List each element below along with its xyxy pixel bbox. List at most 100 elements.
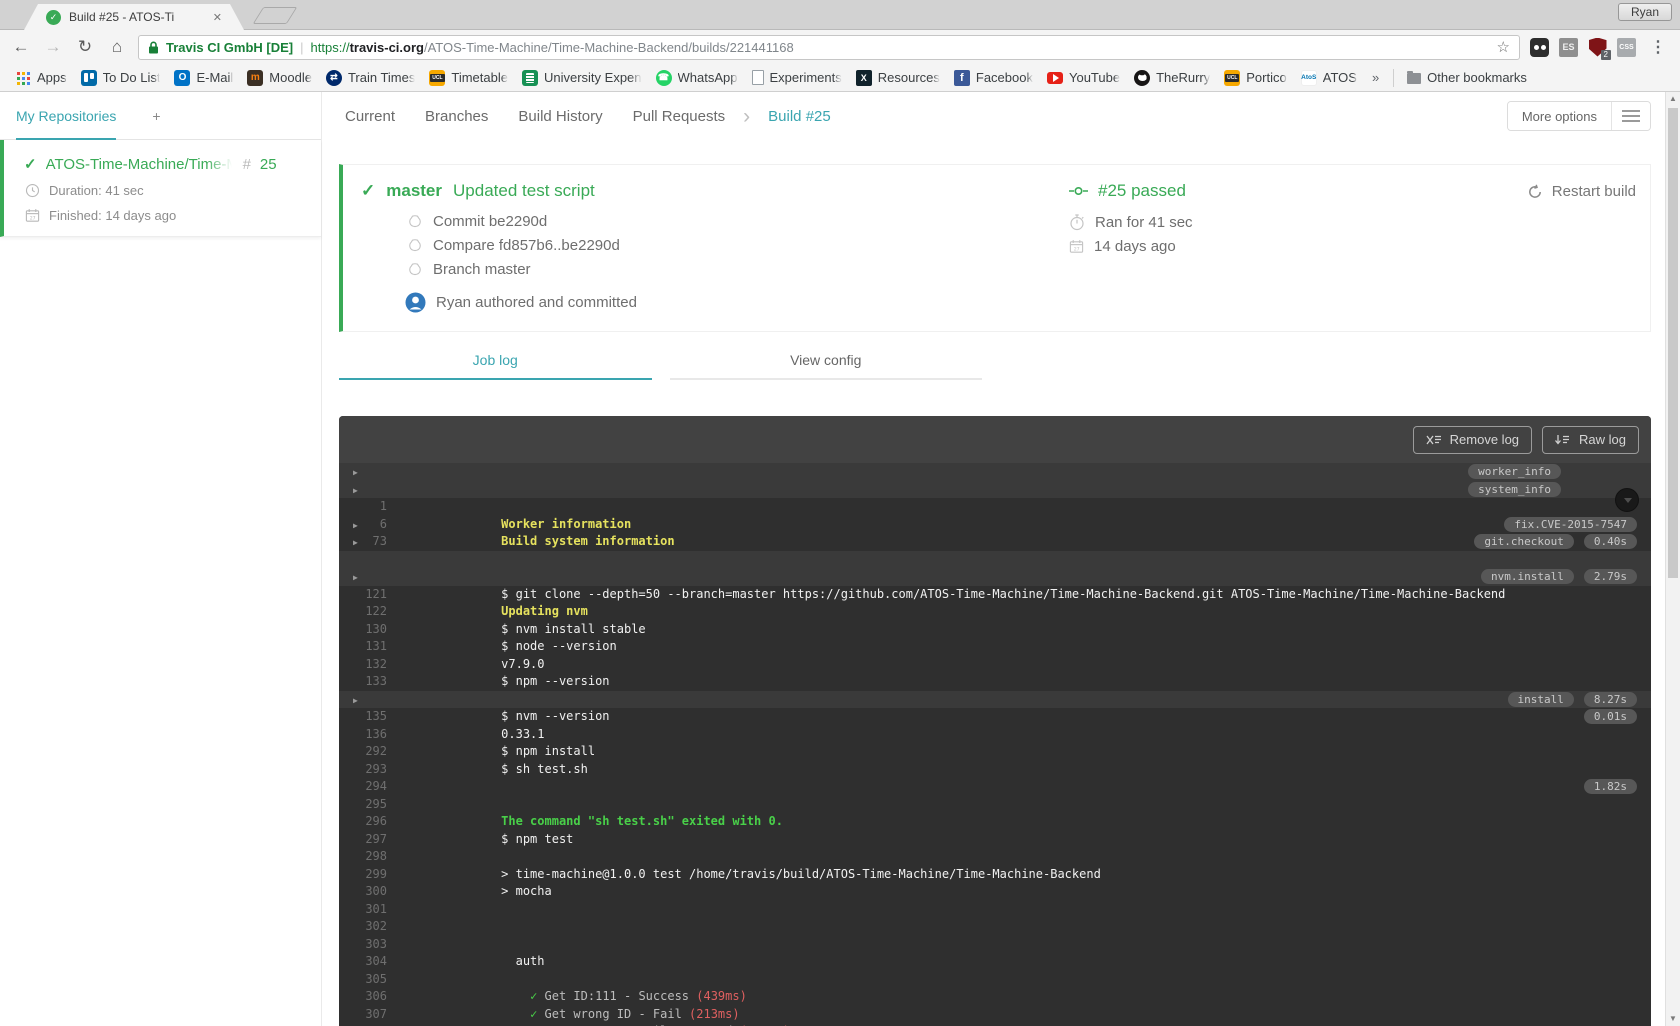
commit-details: Commit be2290d Compare fd857b6..be2290d … — [407, 213, 1630, 278]
ublock-extension-icon[interactable]: 2 — [1588, 37, 1611, 60]
clock-icon — [24, 182, 40, 198]
scrollbar-thumb[interactable] — [1668, 108, 1678, 578]
bookmarks-overflow-chevron[interactable]: » — [1364, 70, 1387, 85]
bookmark-item[interactable]: E-Mail — [167, 68, 240, 88]
page-scrollbar[interactable]: ▲ ▼ — [1665, 92, 1680, 1026]
octocat-icon — [407, 262, 423, 277]
nav-tab[interactable]: Current — [345, 108, 395, 125]
fold-toggle-icon[interactable] — [353, 533, 358, 552]
restart-build-button[interactable]: Restart build — [1527, 183, 1636, 200]
tab-close-icon[interactable]: ✕ — [213, 11, 222, 24]
ran-for-label: Ran for 41 sec — [1095, 214, 1193, 231]
other-bookmarks-button[interactable]: Other bookmarks — [1400, 68, 1534, 87]
log-duration-badge: 2.79s — [1583, 569, 1637, 584]
browser-window: ✓ Build #25 - ATOS-Ti ✕ Ryan ← → ↻ ⌂ Tra… — [0, 0, 1680, 1026]
browser-tab[interactable]: ✓ Build #25 - ATOS-Ti ✕ — [24, 4, 244, 30]
branch-name[interactable]: master — [386, 181, 442, 201]
bookmark-item[interactable]: WhatsApp — [649, 68, 745, 88]
reload-icon[interactable]: ↻ — [74, 37, 96, 57]
new-tab-button[interactable] — [252, 7, 298, 24]
log-view-tab[interactable]: Job log — [339, 352, 652, 380]
fold-toggle-icon[interactable] — [353, 481, 358, 500]
bookmark-star-icon[interactable]: ☆ — [1497, 38, 1510, 56]
build-passed-check-icon: ✓ — [24, 156, 37, 173]
bookmark-item[interactable]: Apps — [8, 68, 74, 88]
raw-log-button[interactable]: Raw log — [1542, 425, 1639, 454]
fold-toggle-icon[interactable] — [353, 516, 358, 535]
log-line: 295 The command "sh test.sh" exited with… — [339, 761, 1651, 829]
bookmark-favicon — [953, 69, 970, 86]
commit-link[interactable]: Commit be2290d — [433, 213, 547, 230]
log-line: 306 ✓ Get ID:111 - Fail password (425ms) — [339, 953, 1651, 1026]
commit-row[interactable]: Commit be2290d — [407, 213, 1630, 230]
dark-dots-extension-icon[interactable] — [1530, 37, 1549, 57]
bookmark-item[interactable]: YouTube — [1040, 68, 1127, 87]
octocat-icon — [407, 238, 423, 253]
log-line: 308 — [339, 988, 1651, 1026]
bookmark-favicon — [80, 69, 97, 86]
compare-link[interactable]: Compare fd857b6..be2290d — [433, 237, 620, 254]
log-line-badges: system_info — [1468, 481, 1561, 497]
ublock-badge: 2 — [1600, 49, 1611, 60]
repo-build-number[interactable]: 25 — [260, 156, 277, 173]
bookmark-item[interactable]: Timetable — [422, 68, 515, 88]
log-toolbar: Remove log Raw log — [339, 416, 1651, 463]
log-view-tab[interactable]: View config — [669, 352, 982, 380]
fold-toggle-icon[interactable] — [353, 463, 358, 482]
secure-lock-icon — [148, 41, 159, 54]
log-line: 131 v7.9.0 — [339, 603, 1651, 671]
hamburger-menu-icon[interactable] — [1611, 102, 1650, 130]
bookmark-item[interactable]: Resources — [849, 68, 947, 88]
scroll-up-arrow-icon[interactable]: ▲ — [1666, 92, 1680, 106]
repo-list-item[interactable]: ✓ ATOS-Time-Machine/Time-Mach # 25 Durat… — [0, 140, 321, 237]
log-line: 300 — [339, 848, 1651, 898]
css-extension-icon[interactable]: CSS — [1617, 37, 1636, 57]
nav-tab[interactable]: Build History — [518, 108, 602, 125]
remove-log-button[interactable]: Remove log — [1412, 425, 1533, 454]
tab-my-repositories[interactable]: My Repositories — [16, 92, 117, 140]
log-line-number[interactable]: 307 — [357, 1006, 387, 1024]
home-icon[interactable]: ⌂ — [106, 37, 128, 57]
bookmark-item[interactable]: Portico — [1217, 68, 1293, 88]
es-extension-icon[interactable]: ES — [1559, 37, 1578, 57]
bookmark-item[interactable]: Experiments — [745, 68, 849, 87]
build-state-column: #25 passed Ran for 41 sec 27 14 days ago — [1069, 181, 1193, 255]
log-line: 135 0.33.1 — [339, 673, 1651, 741]
compare-row[interactable]: Compare fd857b6..be2290d — [407, 237, 1630, 254]
log-line: 296 $ npm test 1.82s — [339, 778, 1651, 846]
back-icon[interactable]: ← — [10, 37, 32, 57]
log-line: 130 $ node --version — [339, 586, 1651, 654]
url-path: /ATOS-Time-Machine/Time-Machine-Backend/… — [423, 39, 794, 55]
nav-tab[interactable]: Build #25 — [768, 108, 831, 125]
forward-icon[interactable]: → — [42, 37, 64, 57]
address-bar[interactable]: Travis CI GmbH [DE] | https://travis-ci.… — [138, 34, 1520, 60]
more-options-button[interactable]: More options — [1507, 102, 1611, 130]
bookmark-item[interactable]: ATOS — [1294, 68, 1364, 88]
bookmark-item[interactable]: TheRurry — [1127, 68, 1217, 88]
build-state-row: #25 passed — [1069, 181, 1193, 201]
calendar-icon: 27 — [1069, 239, 1084, 254]
page-url: https://travis-ci.org/ATOS-Time-Machine/… — [311, 40, 794, 55]
fold-toggle-icon[interactable] — [353, 568, 358, 587]
bookmark-item[interactable]: Facebook — [947, 68, 1040, 88]
browser-menu-icon[interactable]: ⋮ — [1646, 37, 1670, 57]
repo-finished-row: 27 Finished: 14 days ago — [24, 207, 309, 223]
remove-log-icon — [1426, 434, 1442, 446]
bookmark-item[interactable]: Train Times — [319, 68, 422, 88]
nav-tab[interactable]: Pull Requests — [633, 108, 726, 125]
log-line: 304 ✓ Get ID:111 - Success (439ms) — [339, 918, 1651, 1003]
scroll-log-bubble-button[interactable] — [1615, 488, 1639, 512]
branch-link[interactable]: Branch master — [433, 261, 531, 278]
scroll-down-arrow-icon[interactable]: ▼ — [1666, 1012, 1680, 1026]
bookmarks-divider — [1393, 68, 1395, 87]
add-repository-tab[interactable]: + — [152, 92, 160, 139]
repo-name[interactable]: ATOS-Time-Machine/Time-Mach — [46, 156, 232, 173]
branch-row[interactable]: Branch master — [407, 261, 1630, 278]
nav-tab[interactable]: Branches — [425, 108, 488, 125]
bookmark-item[interactable]: To Do List — [74, 68, 168, 88]
fold-toggle-icon[interactable] — [353, 691, 358, 710]
session-user-badge[interactable]: Ryan — [1617, 3, 1672, 21]
travis-status-favicon: ✓ — [46, 10, 61, 25]
bookmark-item[interactable]: Moodle — [240, 68, 319, 88]
bookmark-item[interactable]: University Expen — [515, 68, 649, 88]
